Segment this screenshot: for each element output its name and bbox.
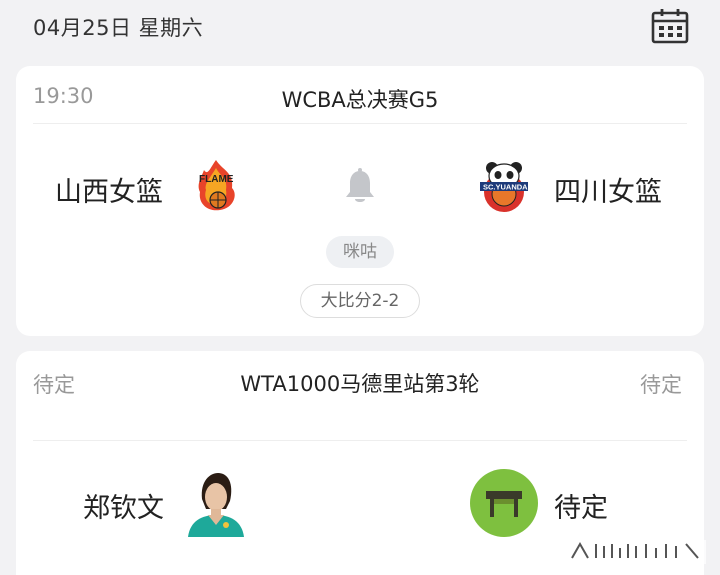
series-score-badge: 大比分2-2 xyxy=(300,284,420,318)
date-label: 04月25日 星期六 xyxy=(33,16,204,40)
divider xyxy=(33,440,687,441)
home-player-name: 郑钦文 xyxy=(83,493,164,524)
svg-text:FLAME: FLAME xyxy=(199,174,234,185)
match-card-wcba[interactable]: 19:30 WCBA总决赛G5 山西女篮 FLAME SC.YUANDA 四川女… xyxy=(16,66,704,336)
divider xyxy=(33,123,687,124)
shanxi-flame-logo: FLAME xyxy=(198,160,235,211)
watermark-logo xyxy=(566,540,706,564)
match-title: WTA1000马德里站第3轮 xyxy=(240,372,480,396)
table-icon xyxy=(470,469,538,537)
broadcaster-badge[interactable]: 咪咕 xyxy=(326,236,394,268)
sichuan-panda-logo: SC.YUANDA xyxy=(480,162,528,212)
match-title: WCBA总决赛G5 xyxy=(281,88,439,112)
status-right: 待定 xyxy=(640,373,682,397)
away-team-name: 四川女篮 xyxy=(554,177,662,208)
header: 04月25日 星期六 xyxy=(0,0,720,56)
player-avatar xyxy=(182,469,250,537)
away-player-name: 待定 xyxy=(554,493,608,524)
svg-text:SC.YUANDA: SC.YUANDA xyxy=(483,183,528,192)
calendar-icon[interactable] xyxy=(651,8,689,44)
home-team-name: 山西女篮 xyxy=(55,177,163,208)
bell-icon[interactable] xyxy=(342,168,378,206)
status-left: 待定 xyxy=(33,373,75,397)
